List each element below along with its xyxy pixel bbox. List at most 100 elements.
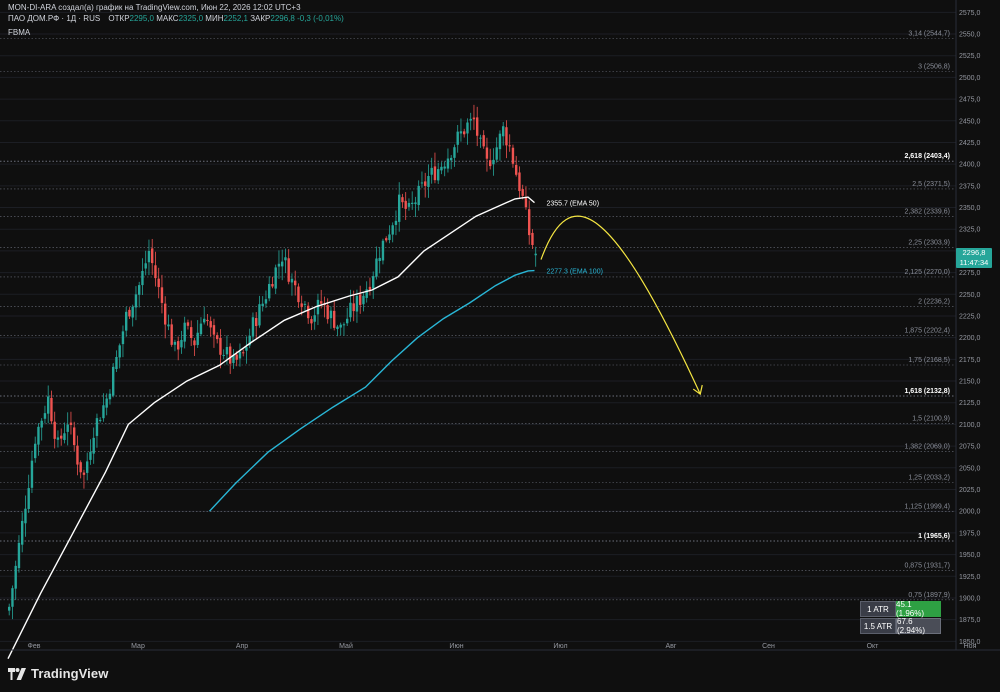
candle-body [508, 145, 511, 147]
price-tick: 2275,0 [959, 270, 981, 277]
candle-body [307, 305, 310, 319]
candle-body [453, 147, 456, 158]
candle-body [229, 346, 232, 364]
candle-body [66, 424, 69, 432]
candle-body [479, 137, 482, 139]
candle-body [167, 324, 170, 327]
fib-label: 1,75 (2168,5) [908, 357, 950, 364]
candle-body [472, 117, 476, 120]
candle-body [401, 197, 404, 203]
price-tick: 2375,0 [959, 183, 981, 190]
candle-body [63, 433, 66, 440]
candle-body [294, 280, 297, 286]
candle-body [485, 147, 489, 159]
candle-body [284, 257, 287, 261]
candle-body [515, 164, 518, 175]
indicator-name[interactable]: FBMA [8, 28, 30, 37]
fib-label: 2,125 (2270,0) [904, 269, 950, 276]
tradingview-logo-text: TradingView [31, 666, 109, 681]
candle-body [183, 322, 186, 342]
candle-body [430, 167, 433, 175]
candle-body [326, 305, 329, 320]
candle-body [86, 461, 89, 473]
candle-body [446, 158, 450, 169]
price-tick: 2525,0 [959, 53, 981, 60]
candle-body [79, 462, 82, 473]
candle-body [212, 325, 216, 335]
close-value: 2296,8 [270, 14, 295, 23]
fib-label: 3 (2506,8) [918, 64, 950, 71]
price-tick: 1900,0 [959, 595, 981, 602]
price-tick: 2475,0 [959, 97, 981, 104]
candle-body [193, 340, 196, 346]
candle-body [433, 166, 437, 181]
price-axis-bg [956, 0, 1000, 692]
price-axis[interactable]: 2575,0 2550,0 2525,0 2500,0 2475,0 2450,0 2425… [955, 0, 1000, 692]
price-tick: 2100,0 [959, 422, 981, 429]
time-tick: Май [339, 642, 353, 650]
candle-body [411, 202, 414, 205]
candle-body [372, 276, 375, 289]
fib-label: 1 (1965,6) [918, 533, 950, 540]
candle-body [219, 337, 222, 355]
candle-body [362, 295, 365, 305]
candle-body [450, 157, 453, 161]
candle-body [95, 418, 99, 436]
candle-body [164, 303, 167, 325]
fib-label: 2,382 (2339,6) [904, 209, 950, 216]
candle-body [154, 265, 157, 279]
candle-body [47, 396, 50, 414]
candle-body [151, 248, 154, 264]
candle-body [157, 278, 160, 288]
ema50-label: 2355.7 (EMA 50) [547, 201, 600, 208]
candle-body [352, 303, 355, 312]
candle-body [60, 435, 63, 439]
candle-body [147, 250, 151, 263]
price-tick: 2050,0 [959, 465, 981, 472]
candle-body [99, 419, 102, 421]
candle-body [333, 310, 336, 328]
candle-body [144, 263, 147, 269]
candle-body [381, 240, 385, 261]
candle-body [268, 283, 271, 299]
candle-body [105, 398, 108, 408]
candle-body [238, 351, 242, 359]
candle-body [121, 331, 125, 345]
chart-header-ohlc: ПАО ДОМ.РФ · 1Д · RUS ОТКР2295,0 МАКС232… [8, 14, 344, 23]
tradingview-logo[interactable]: TradingView [8, 666, 108, 681]
price-tick: 2225,0 [959, 313, 981, 320]
price-tick: 2000,0 [959, 509, 981, 516]
last-price-badge: 2296,8 11:47:34 [956, 248, 992, 268]
symbol-label[interactable]: ПАО ДОМ.РФ · 1Д · RUS [8, 14, 100, 23]
candle-body [34, 443, 37, 459]
tradingview-logo-icon [8, 667, 26, 680]
candle-body [141, 270, 144, 286]
candle-body [404, 200, 407, 209]
candle-body [89, 451, 92, 460]
candle-body [287, 258, 290, 282]
candle-body [355, 295, 359, 312]
candle-body [131, 306, 134, 318]
candle-body [14, 565, 17, 589]
candle-body [349, 302, 352, 318]
candle-body [398, 194, 401, 222]
atr-label: 1 ATR [860, 601, 896, 617]
price-tick: 2325,0 [959, 227, 981, 234]
price-tick: 2075,0 [959, 444, 981, 451]
candle-body [518, 172, 521, 192]
candle-body [440, 166, 443, 171]
candle-body [222, 354, 225, 356]
fib-label: 0,75 (1897,9) [908, 592, 950, 599]
candle-body [375, 258, 378, 277]
candle-body [476, 117, 479, 136]
candlestick-chart[interactable]: 3,14 (2544,7) 3 (2506,8) 2,618 (2403,4) 2,5… [0, 0, 1000, 692]
candle-body [92, 437, 95, 454]
candle-body [199, 323, 203, 335]
candle-body [251, 317, 255, 337]
price-tick: 2550,0 [959, 32, 981, 39]
candle-body [160, 287, 164, 303]
candle-body [82, 472, 86, 475]
candle-body [502, 126, 505, 137]
change-value: -0,3 (-0,01%) [297, 14, 344, 23]
fib-label: 2,618 (2403,4) [904, 153, 950, 160]
